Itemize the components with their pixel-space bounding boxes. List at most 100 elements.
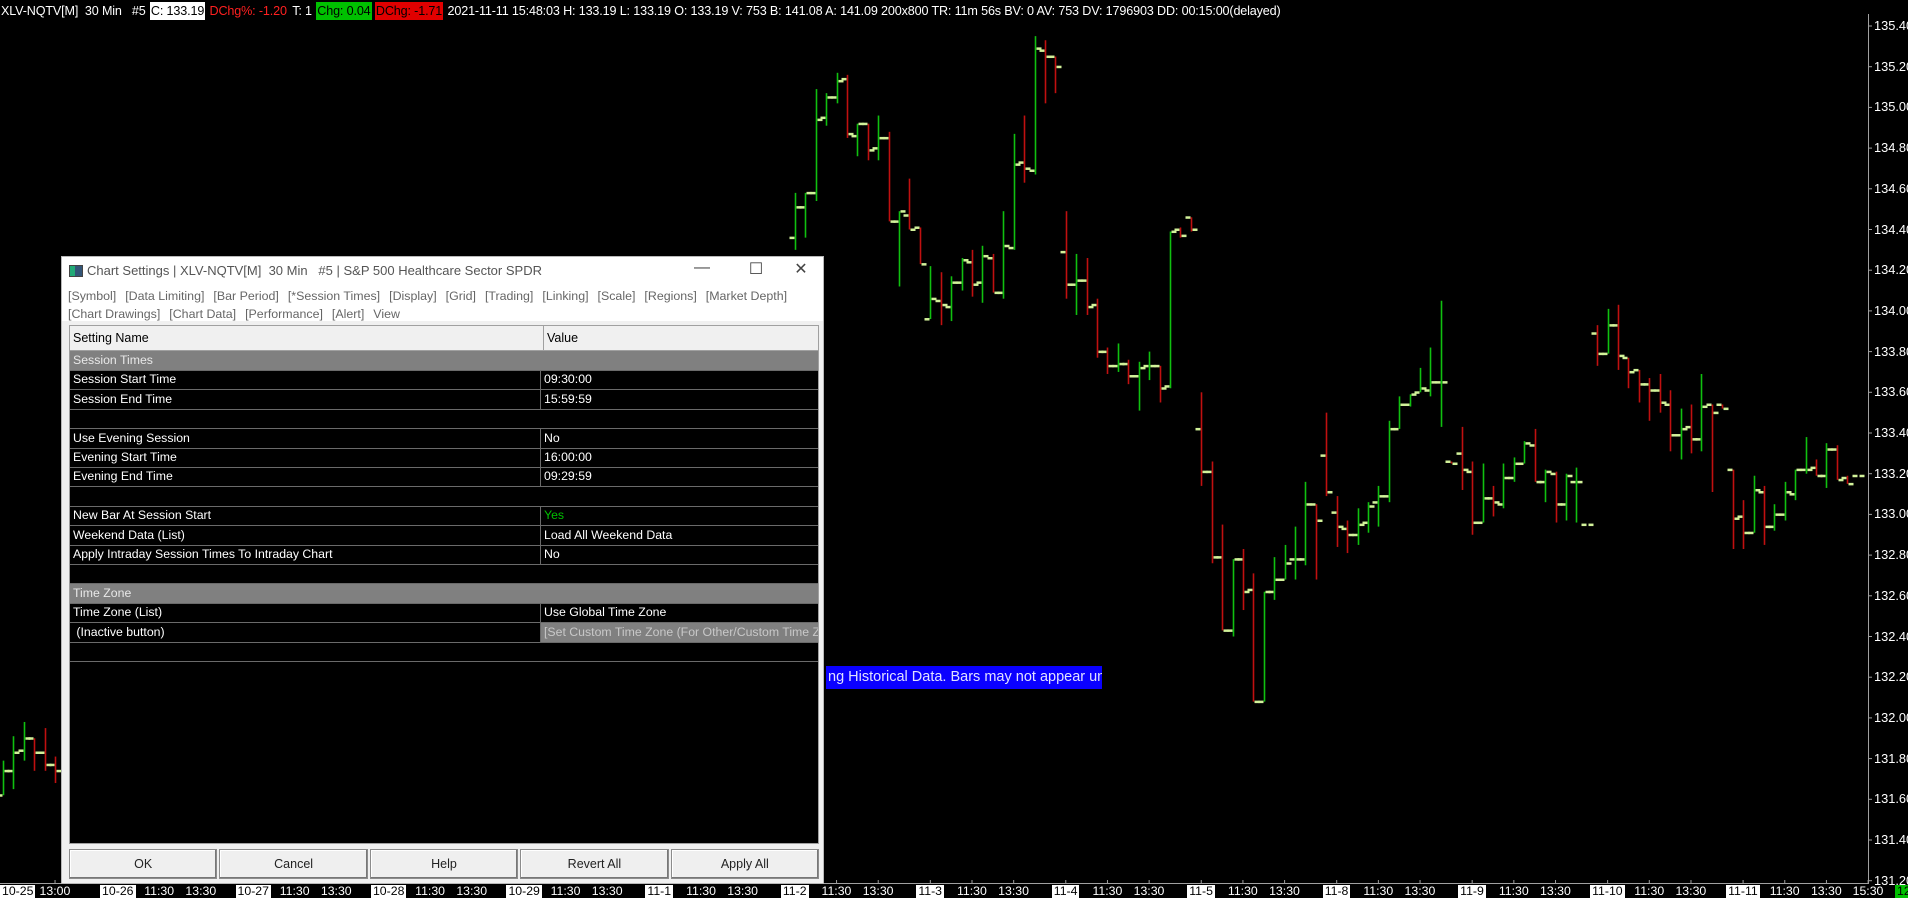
setting-value[interactable]: 16:00:00 <box>540 448 818 467</box>
ohlc-bar <box>1195 392 1208 486</box>
ohlc-bar <box>49 756 62 784</box>
setting-value[interactable]: No <box>540 428 818 448</box>
open-tick <box>893 220 899 223</box>
tab-trading[interactable]: [Trading] <box>485 289 533 303</box>
open-tick <box>1539 480 1545 484</box>
tab-session-times[interactable]: [*Session Times] <box>288 289 380 303</box>
time-label: 13:30 <box>320 884 352 898</box>
ohlc-bar <box>1664 390 1677 452</box>
setting-value[interactable]: Yes <box>540 506 818 526</box>
setting-row[interactable]: Time Zone (List) Use Global Time Zone <box>70 603 818 624</box>
setting-value[interactable] <box>540 487 818 506</box>
ohlc-bar <box>1508 457 1521 482</box>
setting-row[interactable]: Weekend Data (List) Load All Weekend Data <box>70 525 818 546</box>
tab-view[interactable]: View <box>373 307 400 321</box>
tab-symbol[interactable]: [Symbol] <box>68 289 116 303</box>
tab-market-depth[interactable]: [Market Depth] <box>706 289 787 303</box>
minimize-button[interactable]: — <box>687 259 717 277</box>
setting-row[interactable]: Session Start Time 09:30:00 <box>70 370 818 391</box>
setting-row[interactable]: Evening Start Time 16:00:00 <box>70 448 818 468</box>
ohlc-bar <box>1320 412 1333 497</box>
ohlc-bar <box>1748 475 1761 535</box>
open-tick <box>1570 480 1576 484</box>
open-tick <box>1622 356 1628 360</box>
tab-scale[interactable]: [Scale] <box>598 289 636 303</box>
ohlc-bar <box>997 211 1010 299</box>
cancel-button[interactable]: Cancel <box>219 849 368 879</box>
ohlc-bar <box>1258 590 1271 704</box>
set-custom-time-zone-button[interactable]: [Set Custom Time Zone (For Other/Custom … <box>540 622 818 642</box>
daily-change-percent: DChg%: -1.20 <box>209 4 287 18</box>
open-tick <box>1456 452 1462 455</box>
open-tick <box>1508 476 1514 480</box>
open-tick <box>1049 55 1055 59</box>
ohlc-bar <box>1622 356 1635 389</box>
tab-linking[interactable]: [Linking] <box>542 289 588 303</box>
open-tick <box>1435 381 1441 384</box>
dialog-buttons: OK Cancel Help Revert All Apply All <box>69 849 820 879</box>
ohlc-bar <box>1706 403 1719 493</box>
group-header-row[interactable]: Time Zone <box>70 583 818 604</box>
open-tick <box>935 299 941 303</box>
close-tick <box>1181 234 1187 238</box>
ohlc-bar <box>799 191 812 238</box>
open-tick <box>1122 362 1128 366</box>
tab-regions[interactable]: [Regions] <box>644 289 696 303</box>
time-label: 13:30 <box>1269 884 1300 898</box>
price-label: 132.80 <box>1874 547 1908 563</box>
ohlc-bar <box>1101 347 1114 374</box>
ohlc-bar <box>1716 403 1729 411</box>
time-label: 11:30 <box>821 884 852 898</box>
setting-row[interactable]: New Bar At Session Start Yes <box>70 506 818 527</box>
revert-all-button[interactable]: Revert All <box>520 849 669 879</box>
setting-row[interactable]: (Inactive button) [Set Custom Time Zone (… <box>70 622 818 643</box>
setting-value[interactable]: 09:30:00 <box>540 370 818 390</box>
setting-value[interactable]: 15:59:59 <box>540 389 818 409</box>
group-header-row[interactable]: Session Times <box>70 351 818 371</box>
setting-name: New Bar At Session Start <box>73 508 212 523</box>
open-tick <box>1748 531 1754 535</box>
setting-row[interactable]: Apply Intraday Session Times To Intraday… <box>70 545 818 565</box>
setting-value[interactable]: 09:29:59 <box>540 467 818 487</box>
setting-value[interactable] <box>540 409 818 428</box>
blank-row <box>70 642 818 662</box>
tab-bar-period[interactable]: [Bar Period] <box>213 289 278 303</box>
group-name: Session Times <box>73 353 153 367</box>
settings-table[interactable]: Setting Name Value Session Times Session … <box>69 325 819 844</box>
open-tick <box>1081 279 1087 282</box>
setting-value[interactable]: Load All Weekend Data <box>540 525 818 545</box>
tab-grid[interactable]: [Grid] <box>446 289 476 303</box>
ohlc-bar <box>1383 420 1396 503</box>
apply-all-button[interactable]: Apply All <box>670 849 820 879</box>
close-button[interactable]: ✕ <box>786 259 816 279</box>
ok-button[interactable]: OK <box>69 849 218 879</box>
setting-row[interactable]: Session End Time 15:59:59 <box>70 389 818 410</box>
tab-performance[interactable]: [Performance] <box>245 307 323 321</box>
open-tick <box>997 291 1003 295</box>
time-label: 11:30 <box>1634 884 1665 898</box>
tab-alert[interactable]: [Alert] <box>332 307 364 321</box>
setting-row[interactable]: Use Evening Session No <box>70 428 818 449</box>
ohlc-bar <box>1643 378 1656 421</box>
setting-value[interactable]: No <box>540 545 818 564</box>
help-button[interactable]: Help <box>369 849 519 879</box>
tab-chart-data[interactable]: [Chart Data] <box>169 307 236 321</box>
setting-value[interactable]: Use Global Time Zone <box>540 603 818 623</box>
price-label: 134.60 <box>1874 180 1908 196</box>
open-tick <box>1070 283 1076 286</box>
group-name: Time Zone <box>73 585 132 600</box>
tab-chart-drawings[interactable]: [Chart Drawings] <box>68 307 160 321</box>
setting-row[interactable]: Evening End Time 09:29:59 <box>70 467 818 488</box>
tab-data-limiting[interactable]: [Data Limiting] <box>125 289 204 303</box>
setting-value[interactable] <box>540 564 818 583</box>
setting-value[interactable] <box>540 642 818 661</box>
tab-display[interactable]: [Display] <box>389 289 437 303</box>
open-tick <box>1550 472 1556 476</box>
tab-row-2: [Chart Drawings] [Chart Data] [Performance… <box>68 307 409 321</box>
ohlc-bar <box>1654 373 1667 413</box>
maximize-button[interactable]: ☐ <box>741 259 771 279</box>
ohlc-bar <box>1477 463 1490 525</box>
close-tick <box>921 263 927 266</box>
ohlc-bar <box>883 131 896 223</box>
price-label: 131.60 <box>1874 791 1908 807</box>
